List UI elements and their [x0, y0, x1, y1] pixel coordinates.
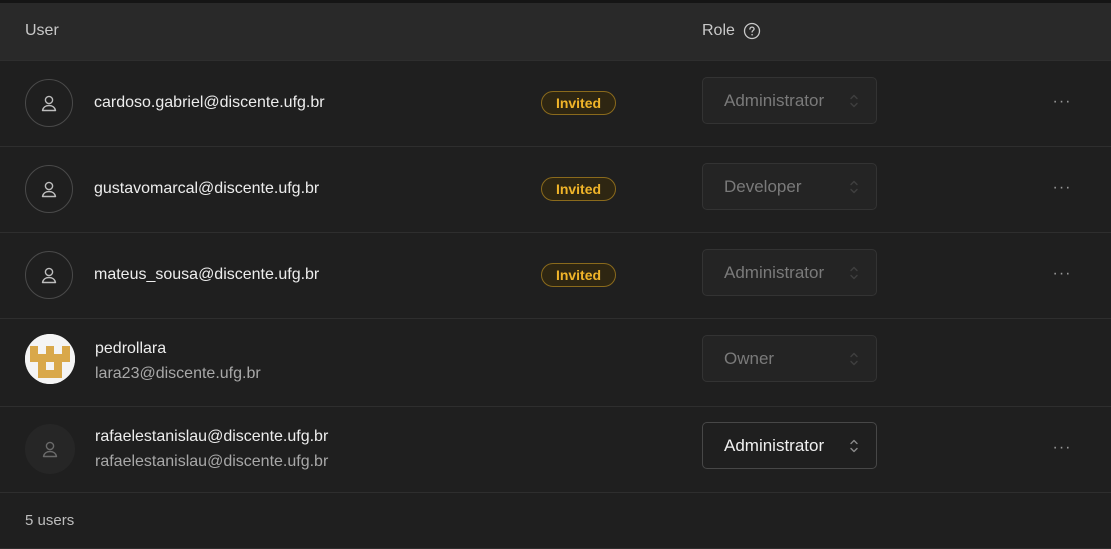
column-header-role: Role — [702, 22, 761, 40]
chevron-up-down-icon — [850, 94, 858, 108]
chevron-up-down-icon — [850, 180, 858, 194]
role-select-value: Administrator — [724, 435, 825, 455]
table-row: cardoso.gabriel@discente.ufg.br Invited … — [0, 61, 1111, 147]
table-row: gustavomarcal@discente.ufg.br Invited De… — [0, 147, 1111, 233]
role-select-value: Administrator — [724, 90, 825, 110]
role-select-value: Developer — [724, 176, 802, 196]
avatar — [25, 79, 73, 127]
row-actions-button[interactable]: ··· — [1052, 265, 1072, 283]
table-row: mateus_sousa@discente.ufg.br Invited Adm… — [0, 233, 1111, 319]
users-table: User Role cardoso.gabriel@discente.ufg.b… — [0, 0, 1111, 549]
table-footer: 5 users — [0, 493, 1111, 549]
row-actions-button[interactable]: ··· — [1052, 179, 1072, 197]
avatar — [25, 251, 73, 299]
avatar — [25, 424, 75, 474]
table-row: pedrollara lara23@discente.ufg.br Owner — [0, 319, 1111, 407]
avatar — [25, 334, 75, 384]
role-select[interactable]: Administrator — [702, 422, 877, 469]
role-select-value: Administrator — [724, 262, 825, 282]
user-count: 5 users — [25, 512, 75, 529]
row-actions-button[interactable]: ··· — [1052, 439, 1072, 457]
status-badge: Invited — [541, 91, 616, 115]
column-header-user: User — [25, 22, 59, 39]
status-badge: Invited — [541, 263, 616, 287]
role-select[interactable]: Developer — [702, 163, 877, 210]
user-placeholder-icon — [41, 181, 57, 198]
user-email: rafaelestanislau@discente.ufg.br — [95, 428, 329, 445]
chevron-up-down-icon — [850, 439, 858, 453]
avatar — [25, 165, 73, 213]
chevron-up-down-icon — [850, 266, 858, 280]
role-header-label: Role — [702, 22, 735, 39]
user-email-secondary: rafaelestanislau@discente.ufg.br — [95, 453, 329, 470]
table-row: rafaelestanislau@discente.ufg.br rafaele… — [0, 407, 1111, 493]
identicon-image — [25, 334, 75, 384]
question-circle-icon[interactable] — [743, 22, 761, 40]
user-email: mateus_sousa@discente.ufg.br — [94, 266, 320, 283]
chevron-up-down-icon — [850, 352, 858, 366]
status-badge: Invited — [541, 177, 616, 201]
role-select[interactable]: Owner — [702, 335, 877, 382]
user-placeholder-icon — [41, 95, 57, 112]
user-email: lara23@discente.ufg.br — [95, 365, 261, 382]
user-placeholder-icon — [41, 267, 57, 284]
user-email: cardoso.gabriel@discente.ufg.br — [94, 94, 325, 111]
user-placeholder-icon — [42, 441, 58, 458]
user-name: pedrollara — [95, 340, 167, 357]
role-select-value: Owner — [724, 348, 775, 368]
table-header: User Role — [0, 3, 1111, 61]
role-select[interactable]: Administrator — [702, 77, 877, 124]
row-actions-button[interactable]: ··· — [1052, 93, 1072, 111]
user-email: gustavomarcal@discente.ufg.br — [94, 180, 320, 197]
role-select[interactable]: Administrator — [702, 249, 877, 296]
